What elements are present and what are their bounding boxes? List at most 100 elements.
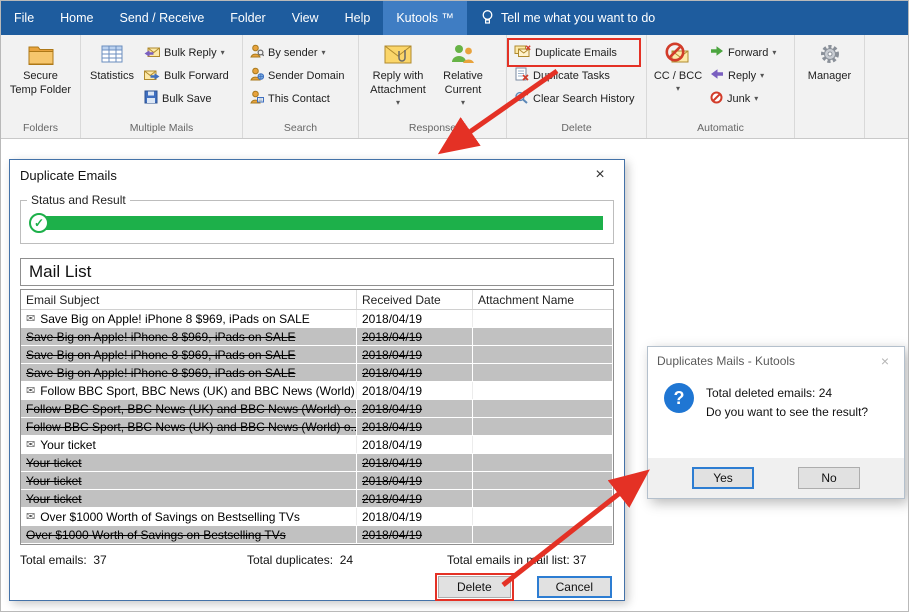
- dropdown-caret-icon: ▾: [760, 71, 764, 80]
- table-row[interactable]: Your ticket2018/04/19: [21, 454, 613, 471]
- tell-me-box[interactable]: Tell me what you want to do: [471, 1, 665, 35]
- table-row[interactable]: ✉Follow BBC Sport, BBC News (UK) and BBC…: [21, 382, 613, 399]
- tab-folder[interactable]: Folder: [217, 1, 278, 35]
- mail-list-title: Mail List: [20, 258, 614, 286]
- junk-label: Junk: [727, 93, 750, 105]
- screenshot-root: File Home Send / Receive Folder View Hel…: [0, 0, 909, 612]
- no-cc-icon: [664, 40, 692, 68]
- ribbon: Secure Temp Folder Folders Statistics: [1, 35, 908, 139]
- bulk-forward-icon: [144, 68, 160, 84]
- duplicate-tasks-button[interactable]: Duplicate Tasks: [510, 64, 638, 87]
- status-and-result-group: Status and Result ✓: [20, 200, 614, 244]
- folder-icon: [28, 40, 54, 68]
- table-row[interactable]: Follow BBC Sport, BBC News (UK) and BBC …: [21, 400, 613, 417]
- cc-bcc-label: CC / BCC: [654, 70, 702, 84]
- checkmark-icon: ✓: [29, 213, 49, 233]
- msgbox-title: Duplicates Mails - Kutools: [657, 354, 795, 368]
- ribbon-group-search: By sender ▾ Sender Domain This Contact: [243, 35, 359, 138]
- sender-domain-button[interactable]: Sender Domain: [246, 64, 348, 87]
- ribbon-group-delete: Duplicate Emails Duplicate Tasks Clear S…: [507, 35, 647, 138]
- duplicate-emails-button[interactable]: Duplicate Emails: [510, 41, 638, 64]
- tab-home[interactable]: Home: [47, 1, 106, 35]
- group-label-delete: Delete: [507, 121, 646, 138]
- mail-list-rows: ✉ Save Big on Apple! iPhone 8 $969, iPads…: [21, 310, 613, 543]
- by-sender-button[interactable]: By sender ▾: [246, 41, 348, 64]
- tab-send-receive[interactable]: Send / Receive: [107, 1, 218, 35]
- ribbon-group-folders: Secure Temp Folder Folders: [1, 35, 81, 138]
- table-row[interactable]: ✉Save Big on Apple! iPhone 8 $969, iPads…: [21, 310, 613, 327]
- delete-button[interactable]: Delete: [438, 576, 511, 598]
- envelope-icon: ✉: [26, 438, 35, 451]
- envelope-icon: ✉: [26, 510, 35, 523]
- reply-button[interactable]: Reply ▾: [706, 64, 780, 87]
- duplicates-mails-msgbox: Duplicates Mails - Kutools × ? Total del…: [647, 346, 905, 499]
- group-label-manager: [795, 121, 864, 138]
- relative-current-button[interactable]: Relative Current ▾: [434, 38, 492, 110]
- reply-label: Reply: [728, 70, 756, 82]
- duplicate-emails-dialog: Duplicate Emails × Status and Result ✓ M…: [9, 159, 625, 601]
- manager-button[interactable]: Manager: [802, 38, 858, 86]
- yes-button[interactable]: Yes: [692, 467, 754, 489]
- table-row[interactable]: Your ticket2018/04/19: [21, 472, 613, 489]
- table-row[interactable]: Follow BBC Sport, BBC News (UK) and BBC …: [21, 418, 613, 435]
- close-icon[interactable]: ×: [586, 166, 614, 184]
- total-mail-list-label: Total emails in mail list:: [447, 553, 570, 567]
- column-header-email-subject[interactable]: Email Subject: [21, 290, 357, 309]
- dialog-title: Duplicate Emails: [20, 168, 117, 183]
- sender-domain-label: Sender Domain: [268, 70, 344, 82]
- statistics-button[interactable]: Statistics: [84, 38, 140, 86]
- column-header-attachment-name[interactable]: Attachment Name: [473, 290, 613, 309]
- table-row[interactable]: Save Big on Apple! iPhone 8 $969, iPads …: [21, 364, 613, 381]
- relative-current-label: Relative Current: [435, 70, 491, 98]
- bulk-forward-button[interactable]: Bulk Forward: [140, 64, 233, 87]
- progress-bar: ✓: [35, 214, 603, 232]
- this-contact-label: This Contact: [268, 93, 330, 105]
- junk-button[interactable]: Junk ▾: [706, 87, 780, 110]
- total-duplicates-label: Total duplicates:: [247, 553, 333, 567]
- tab-kutools[interactable]: Kutools ™: [383, 1, 467, 35]
- table-header: Email Subject Received Date Attachment N…: [21, 290, 613, 310]
- status-group-label: Status and Result: [27, 193, 130, 207]
- tab-help[interactable]: Help: [332, 1, 384, 35]
- progress-fill: [40, 216, 603, 230]
- junk-icon: [710, 91, 723, 107]
- this-contact-button[interactable]: This Contact: [246, 87, 348, 110]
- bulk-reply-button[interactable]: Bulk Reply ▾: [140, 41, 233, 64]
- table-row[interactable]: ✉Your ticket2018/04/19: [21, 436, 613, 453]
- msgbox-titlebar: Duplicates Mails - Kutools ×: [648, 347, 904, 375]
- reply-with-attachment-label: Reply with Attachment: [363, 70, 433, 98]
- secure-temp-folder-button[interactable]: Secure Temp Folder: [8, 38, 74, 100]
- cancel-button[interactable]: Cancel: [537, 576, 612, 598]
- msgbox-line1: Total deleted emails: 24: [706, 384, 868, 403]
- table-row[interactable]: Your ticket2018/04/19: [21, 490, 613, 507]
- clear-search-history-label: Clear Search History: [533, 93, 634, 105]
- tell-me-label: Tell me what you want to do: [501, 11, 655, 25]
- group-label-response: Response: [359, 121, 506, 138]
- totals-bar: Total emails: 37 Total duplicates: 24 To…: [20, 553, 614, 567]
- table-row[interactable]: Save Big on Apple! iPhone 8 $969, iPads …: [21, 328, 613, 345]
- forward-button[interactable]: Forward ▾: [706, 41, 780, 64]
- group-label-search: Search: [243, 121, 358, 138]
- cc-bcc-button[interactable]: CC / BCC ▾: [650, 38, 706, 96]
- msgbox-buttons: Yes No: [648, 458, 904, 498]
- bulk-save-button[interactable]: Bulk Save: [140, 87, 233, 110]
- mail-list-table: Email Subject Received Date Attachment N…: [20, 289, 614, 545]
- msgbox-body: ? Total deleted emails: 24 Do you want t…: [648, 375, 904, 421]
- no-button[interactable]: No: [798, 467, 860, 489]
- total-emails-value: 37: [93, 553, 106, 567]
- two-people-icon: [450, 40, 476, 68]
- tab-file[interactable]: File: [1, 1, 47, 35]
- clear-search-history-button[interactable]: Clear Search History: [510, 87, 638, 110]
- dropdown-caret-icon: ▾: [754, 94, 758, 103]
- secure-temp-folder-label: Secure Temp Folder: [9, 70, 73, 98]
- envelope-icon: ✉: [26, 384, 35, 397]
- table-row[interactable]: Save Big on Apple! iPhone 8 $969, iPads …: [21, 346, 613, 363]
- table-row[interactable]: Over $1000 Worth of Savings on Bestselli…: [21, 526, 613, 543]
- tab-view[interactable]: View: [279, 1, 332, 35]
- total-mail-list-value: 37: [573, 553, 586, 567]
- column-header-received-date[interactable]: Received Date: [357, 290, 473, 309]
- close-icon[interactable]: ×: [875, 353, 895, 369]
- reply-with-attachment-button[interactable]: Reply with Attachment ▾: [362, 38, 434, 110]
- lightbulb-icon: [481, 9, 494, 28]
- table-row[interactable]: ✉Over $1000 Worth of Savings on Bestsell…: [21, 508, 613, 525]
